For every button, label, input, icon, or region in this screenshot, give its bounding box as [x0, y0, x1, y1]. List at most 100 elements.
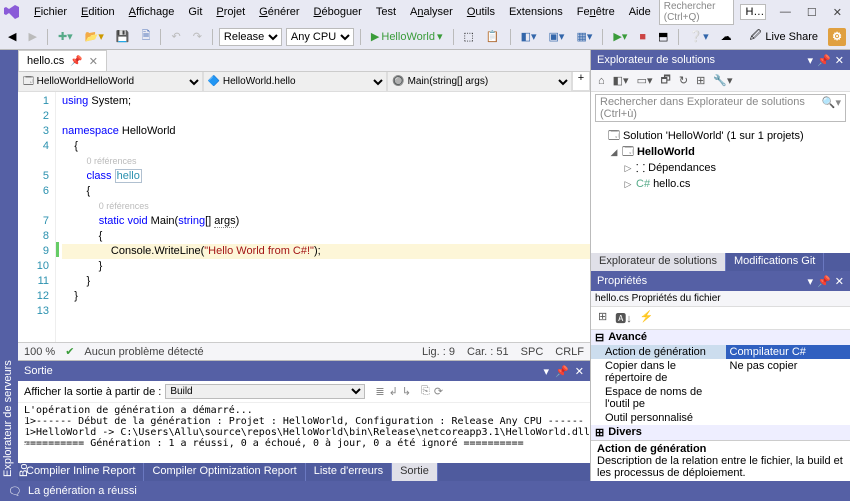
split-button[interactable]: +: [572, 72, 590, 91]
build-icon[interactable]: ⬒: [654, 28, 672, 45]
tree-project[interactable]: ◢🗔 HelloWorld: [595, 144, 846, 160]
output-body[interactable]: L'opération de génération a démarré... 1…: [18, 403, 590, 463]
props-events-icon[interactable]: ⚡: [637, 309, 657, 327]
saveall-button[interactable]: 🗎: [138, 25, 155, 48]
menu-analyser[interactable]: Analyser: [404, 4, 459, 20]
solution-search[interactable]: Rechercher dans Explorateur de solutions…: [595, 94, 846, 122]
menu-test[interactable]: Test: [370, 4, 402, 20]
tab-sol-explorer[interactable]: Explorateur de solutions: [591, 253, 726, 271]
minimize-button[interactable]: —: [776, 4, 795, 21]
output-close-icon[interactable]: ✕: [575, 365, 584, 378]
props-cat-icon[interactable]: ⊞: [595, 309, 610, 327]
save-button[interactable]: 💾: [112, 28, 134, 45]
server-explorer-tab[interactable]: Explorateur de serveurs: [0, 56, 16, 481]
run-icon[interactable]: ▶▾: [609, 28, 631, 45]
solution-toolbar: ⌂ ◧▾ ▭▾ 🗗 ↻ ⊞ 🔧▾: [591, 70, 850, 92]
menu-edition[interactable]: Edition: [75, 4, 121, 20]
toolbar: ◀ ▶ ✚▾ 📂▾ 💾 🗎 ↶ ↷ Release Any CPU ▶ Hell…: [0, 24, 850, 50]
menu-affichage[interactable]: Affichage: [123, 4, 181, 20]
tab-output[interactable]: Sortie: [392, 463, 438, 481]
nav-bar: 🗔 HelloWorldHelloWorld 🔷 HelloWorld.hell…: [18, 72, 590, 92]
output-tb-icon-2[interactable]: ↲: [389, 385, 398, 398]
tab-inline-report[interactable]: Compiler Inline Report: [18, 463, 144, 481]
properties-header: Propriétés ▾📌✕: [591, 271, 850, 291]
redo-button[interactable]: ↷: [189, 28, 206, 45]
property-row[interactable]: Outil personnalisé: [591, 411, 850, 425]
sol-tb-icon[interactable]: ◧▾: [610, 73, 632, 88]
open-button[interactable]: 📂▾: [81, 28, 108, 45]
property-row[interactable]: Espace de noms de l'outil pe: [591, 385, 850, 411]
maximize-button[interactable]: ☐: [803, 4, 821, 21]
output-dropdown-icon[interactable]: ▾: [544, 365, 550, 378]
status-msg: La génération a réussi: [28, 485, 137, 497]
tool-icon-4[interactable]: ▣▾: [545, 28, 569, 45]
menu-outils[interactable]: Outils: [461, 4, 501, 20]
forward-button[interactable]: ▶: [24, 28, 40, 45]
output-tb-icon-5[interactable]: ⟳: [434, 385, 443, 398]
nav-member[interactable]: 🔘 Main(string[] args): [387, 72, 572, 92]
properties-grid[interactable]: ⊟Avancé Action de générationCompilateur …: [591, 330, 850, 440]
menu-aide[interactable]: Aide: [623, 4, 657, 20]
tab-opt-report[interactable]: Compiler Optimization Report: [144, 463, 305, 481]
output-pin-icon[interactable]: 📌: [555, 365, 569, 378]
check-icon: ✔: [65, 345, 74, 358]
menubar: Fichier Edition Affichage Git Projet Gén…: [0, 0, 850, 24]
issues-label: Aucun problème détecté: [84, 346, 203, 358]
menu-fenetre[interactable]: Fenêtre: [571, 4, 621, 20]
output-tb-icon-1[interactable]: ≣: [375, 385, 384, 398]
tab-error-list[interactable]: Liste d'erreurs: [306, 463, 392, 481]
output-panel: Sortie ▾ 📌 ✕ Afficher la sortie à partir…: [18, 360, 590, 463]
properties-object[interactable]: hello.cs Propriétés du fichier: [591, 291, 850, 307]
tree-deps[interactable]: ▷⸬ Dépendances: [595, 160, 846, 176]
menu-fichier[interactable]: Fichier: [28, 4, 73, 20]
solution-tree[interactable]: 🗔 Solution 'HelloWorld' (1 sur 1 projets…: [591, 124, 850, 253]
editor-status: 100 % ✔ Aucun problème détecté Lig. : 9 …: [18, 342, 590, 360]
property-row[interactable]: Copier dans le répertoire deNe pas copie…: [591, 359, 850, 385]
props-sort-icon[interactable]: 🅰↓: [612, 309, 635, 327]
user-avatar[interactable]: ⚙: [828, 28, 846, 46]
wrench-icon[interactable]: 🔧▾: [710, 73, 735, 88]
config-dropdown[interactable]: Release: [219, 28, 282, 46]
tool-icon-3[interactable]: ◧▾: [517, 28, 541, 45]
output-source-dropdown[interactable]: Build: [165, 384, 365, 399]
stop-icon[interactable]: ■: [635, 29, 650, 45]
menu-git[interactable]: Git: [182, 4, 208, 20]
nav-project[interactable]: 🗔 HelloWorldHelloWorld: [18, 72, 203, 92]
output-tb-icon-4[interactable]: ⎘: [421, 385, 430, 398]
properties-desc: Action de génération Description de la r…: [591, 440, 850, 481]
new-button[interactable]: ✚▾: [54, 28, 77, 45]
tool-icon-5[interactable]: ▦▾: [572, 28, 596, 45]
tool-icon-1[interactable]: ⬚: [460, 28, 478, 45]
platform-dropdown[interactable]: Any CPU: [286, 28, 354, 46]
nav-class[interactable]: 🔷 HelloWorld.hello: [203, 72, 388, 92]
eol-indicator: CRLF: [555, 346, 584, 358]
cloud-icon[interactable]: ☁: [717, 28, 736, 45]
solution-explorer-header: Explorateur de solutions ▾📌✕: [591, 50, 850, 70]
output-tb-icon-3[interactable]: ↳: [402, 385, 411, 398]
pin-icon[interactable]: 📌: [70, 56, 82, 67]
menu-generer[interactable]: Générer: [253, 4, 305, 20]
search-input[interactable]: Rechercher (Ctrl+Q): [659, 0, 735, 25]
tree-file[interactable]: ▷C# hello.cs: [595, 176, 846, 192]
sol-home-icon[interactable]: ⌂: [595, 74, 608, 88]
left-tool-tabs: Explorateur de serveurs Boîte à outils: [0, 50, 18, 481]
close-button[interactable]: ✕: [829, 4, 846, 21]
liveshare-button[interactable]: 🖉 Live Share: [744, 25, 824, 48]
undo-button[interactable]: ↶: [167, 28, 184, 45]
menu-projet[interactable]: Projet: [210, 4, 251, 20]
code-editor[interactable]: 12345678910111213 using System;namespace…: [18, 92, 590, 342]
vs-logo-icon: [4, 3, 20, 21]
tool-icon-2[interactable]: 📋: [482, 28, 504, 45]
close-tab-icon[interactable]: ✕: [89, 55, 98, 68]
help-icon[interactable]: ❔▾: [685, 28, 712, 45]
col-indicator: Car. : 51: [467, 346, 509, 358]
ins-indicator: SPC: [521, 346, 544, 358]
tab-git-changes[interactable]: Modifications Git: [726, 253, 824, 271]
menu-deboguer[interactable]: Déboguer: [308, 4, 368, 20]
property-row[interactable]: Action de générationCompilateur C#: [591, 345, 850, 359]
line-indicator: Lig. : 9: [422, 346, 455, 358]
start-button[interactable]: ▶ HelloWorld ▾: [367, 28, 447, 45]
output-from-label: Afficher la sortie à partir de :: [24, 386, 161, 398]
back-button[interactable]: ◀: [4, 28, 20, 45]
menu-extensions[interactable]: Extensions: [503, 4, 569, 20]
